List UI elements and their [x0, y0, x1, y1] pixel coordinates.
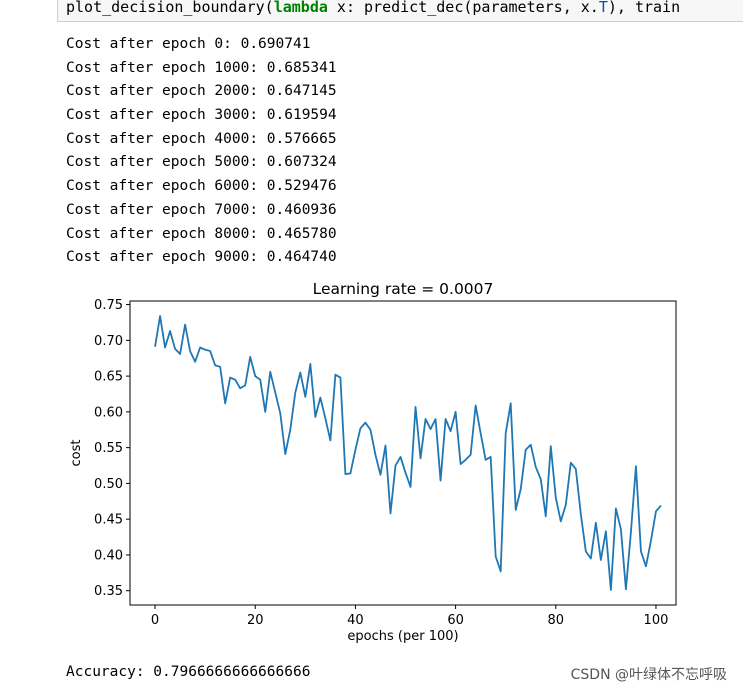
- plot-frame: [129, 300, 677, 606]
- log-line: Cost after epoch 0: 0.690741: [66, 36, 311, 52]
- x-tick-label: 0: [151, 613, 159, 628]
- cell-output-log: Cost after epoch 0: 0.690741 Cost after …: [66, 33, 337, 270]
- code-fn: plot_decision_boundary(: [66, 0, 274, 16]
- log-line: Cost after epoch 4000: 0.576665: [66, 130, 337, 147]
- y-tick-label: 0.60: [94, 405, 123, 420]
- x-tick-label: 100: [644, 613, 669, 628]
- code-mid: x: predict_dec(parameters, x.: [327, 0, 599, 16]
- y-tick-label: 0.55: [94, 441, 123, 456]
- y-axis-label: cost: [69, 440, 84, 467]
- log-line: Cost after epoch 2000: 0.647145: [66, 83, 337, 100]
- y-tick-label: 0.40: [94, 548, 123, 563]
- log-line: Cost after epoch 9000: 0.464740: [66, 249, 337, 266]
- x-tick-label: 60: [447, 613, 464, 628]
- log-line: Cost after epoch 5000: 0.607324: [66, 154, 337, 171]
- code-tail: ), train: [607, 0, 681, 16]
- y-tick-label: 0.65: [94, 370, 123, 385]
- code-keyword: lambda: [273, 0, 328, 16]
- y-tick-label: 0.75: [94, 298, 123, 313]
- code-attr: T: [598, 0, 608, 16]
- x-tick-label: 80: [548, 613, 565, 628]
- chart-title: Learning rate = 0.0007: [313, 280, 494, 298]
- log-line: Cost after epoch 1000: 0.685341: [66, 59, 337, 76]
- cost-chart: Learning rate = 0.0007 epochs (per 100) c…: [69, 280, 677, 644]
- x-axis-label: epochs (per 100): [347, 629, 458, 644]
- cost-series-line: [154, 315, 662, 591]
- log-line: Cost after epoch 3000: 0.619594: [66, 107, 337, 124]
- log-line: Cost after epoch 8000: 0.465780: [66, 225, 337, 242]
- accuracy-output: Accuracy: 0.7966666666666666: [66, 664, 311, 680]
- x-tick-label: 20: [247, 613, 264, 628]
- log-line: Cost after epoch 7000: 0.460936: [66, 201, 337, 218]
- x-tick-label: 40: [347, 613, 364, 628]
- y-tick-label: 0.45: [94, 513, 123, 528]
- csdn-watermark: CSDN @叶绿体不忘呼吸: [570, 667, 727, 683]
- y-tick-label: 0.35: [94, 584, 123, 599]
- y-tick-label: 0.70: [94, 334, 123, 349]
- code-cell-input[interactable]: plot_decision_boundary(lambda x: predict…: [57, 0, 743, 22]
- y-tick-label: 0.50: [94, 477, 123, 492]
- log-line: Cost after epoch 6000: 0.529476: [66, 178, 337, 195]
